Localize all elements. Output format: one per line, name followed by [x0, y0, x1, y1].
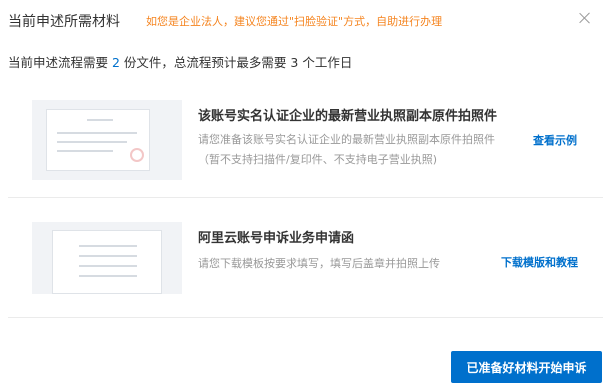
material-description: 请您下载模板按要求填写，填写后盖章并拍照上传	[198, 257, 440, 270]
doc-line	[79, 245, 137, 247]
doc-line	[57, 150, 113, 152]
close-icon[interactable]	[577, 10, 593, 26]
dialog-title: 当前申述所需材料	[8, 14, 120, 30]
file-count: 2	[111, 55, 120, 70]
material-title: 阿里云账号申诉业务申请函	[198, 231, 355, 246]
summary-middle: 份文件，总流程预计最多需要	[119, 55, 291, 70]
start-appeal-button[interactable]: 已准备好材料开始申诉	[451, 351, 602, 383]
summary-suffix: 个工作日	[298, 55, 353, 70]
doc-line	[57, 141, 127, 143]
doc-line	[79, 255, 137, 257]
material-item-application-letter: 阿里云账号申诉业务申请函 请您下载模板按要求填写，填写后盖章并拍照上传 下载模版…	[8, 198, 603, 318]
material-description: 请您准备该账号实名认证企业的最新营业执照副本原件拍照件（暂不支持扫描件/复印件、…	[198, 133, 495, 166]
download-template-link[interactable]: 下载模版和教程	[501, 254, 578, 270]
process-summary: 当前申述流程需要 2 份文件，总流程预计最多需要 3 个工作日	[8, 52, 352, 71]
view-example-link[interactable]: 查看示例	[533, 132, 577, 148]
license-document-illustration	[46, 109, 150, 171]
dialog-header: 当前申述所需材料 如您是企业法人，建议您通过"扫脸验证"方式，自助进行办理	[0, 0, 611, 42]
material-item-business-license: 该账号实名认证企业的最新营业执照副本原件拍照件 请您准备该账号实名认证企业的最新…	[8, 86, 603, 198]
material-title: 该账号实名认证企业的最新营业执照副本原件拍照件	[198, 109, 498, 124]
letter-document-illustration	[52, 230, 162, 294]
doc-line	[79, 265, 137, 267]
doc-line	[87, 119, 113, 121]
business-license-thumbnail	[32, 100, 182, 180]
doc-line	[79, 275, 137, 277]
application-letter-thumbnail	[32, 222, 182, 294]
doc-line	[57, 132, 137, 134]
face-verify-notice: 如您是企业法人，建议您通过"扫脸验证"方式，自助进行办理	[146, 15, 443, 28]
stamp-icon	[130, 148, 144, 162]
summary-prefix: 当前申述流程需要	[8, 55, 112, 70]
